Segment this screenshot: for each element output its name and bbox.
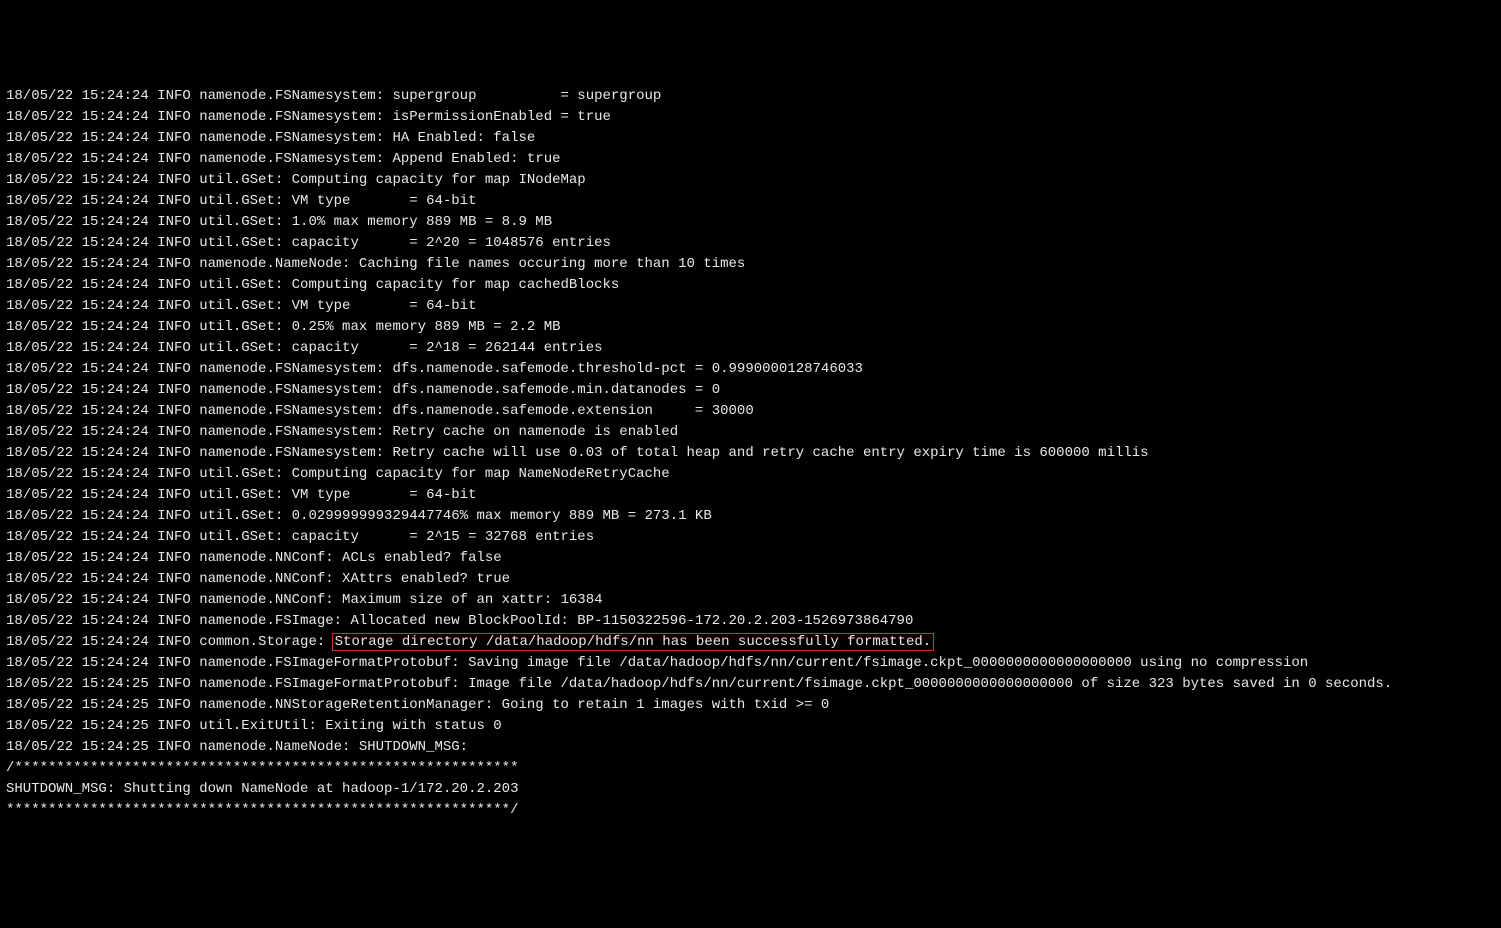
- log-line: 18/05/22 15:24:24 INFO util.GSet: 0.25% …: [6, 317, 1495, 338]
- log-line: 18/05/22 15:24:25 INFO namenode.FSImageF…: [6, 674, 1495, 695]
- log-line: 18/05/22 15:24:24 INFO namenode.FSNamesy…: [6, 149, 1495, 170]
- log-line: 18/05/22 15:24:24 INFO namenode.FSNamesy…: [6, 128, 1495, 149]
- log-line: 18/05/22 15:24:24 INFO util.GSet: capaci…: [6, 527, 1495, 548]
- log-line: 18/05/22 15:24:24 INFO namenode.FSImage:…: [6, 611, 1495, 632]
- log-line: 18/05/22 15:24:24 INFO namenode.FSNamesy…: [6, 401, 1495, 422]
- log-line: 18/05/22 15:24:24 INFO util.GSet: 1.0% m…: [6, 212, 1495, 233]
- log-line: SHUTDOWN_MSG: Shutting down NameNode at …: [6, 779, 1495, 800]
- log-line: 18/05/22 15:24:24 INFO namenode.NameNode…: [6, 254, 1495, 275]
- log-line: 18/05/22 15:24:24 INFO util.GSet: 0.0299…: [6, 506, 1495, 527]
- log-line: 18/05/22 15:24:24 INFO util.GSet: Comput…: [6, 464, 1495, 485]
- log-line: 18/05/22 15:24:24 INFO util.GSet: capaci…: [6, 338, 1495, 359]
- log-line: 18/05/22 15:24:24 INFO util.GSet: VM typ…: [6, 296, 1495, 317]
- log-line: 18/05/22 15:24:24 INFO util.GSet: capaci…: [6, 233, 1495, 254]
- log-line: /***************************************…: [6, 758, 1495, 779]
- log-line: 18/05/22 15:24:25 INFO namenode.NNStorag…: [6, 695, 1495, 716]
- log-line: 18/05/22 15:24:24 INFO util.GSet: VM typ…: [6, 485, 1495, 506]
- highlight-box: Storage directory /data/hadoop/hdfs/nn h…: [332, 633, 935, 651]
- log-line: 18/05/22 15:24:24 INFO util.GSet: VM typ…: [6, 191, 1495, 212]
- log-line: 18/05/22 15:24:24 INFO namenode.NNConf: …: [6, 590, 1495, 611]
- log-line: 18/05/22 15:24:24 INFO namenode.FSImageF…: [6, 653, 1495, 674]
- log-line: 18/05/22 15:24:24 INFO namenode.FSNamesy…: [6, 443, 1495, 464]
- log-line: 18/05/22 15:24:24 INFO namenode.FSNamesy…: [6, 86, 1495, 107]
- log-line: ****************************************…: [6, 800, 1495, 821]
- log-line-prefix: 18/05/22 15:24:24 INFO common.Storage:: [6, 634, 334, 650]
- log-line: 18/05/22 15:24:24 INFO util.GSet: Comput…: [6, 275, 1495, 296]
- log-line: 18/05/22 15:24:24 INFO util.GSet: Comput…: [6, 170, 1495, 191]
- log-line: 18/05/22 15:24:24 INFO namenode.NNConf: …: [6, 548, 1495, 569]
- terminal-output[interactable]: 18/05/22 15:24:24 INFO namenode.FSNamesy…: [6, 86, 1495, 821]
- log-line: 18/05/22 15:24:24 INFO namenode.FSNamesy…: [6, 107, 1495, 128]
- log-line: 18/05/22 15:24:25 INFO util.ExitUtil: Ex…: [6, 716, 1495, 737]
- log-line: 18/05/22 15:24:24 INFO namenode.FSNamesy…: [6, 422, 1495, 443]
- log-line: 18/05/22 15:24:24 INFO namenode.NNConf: …: [6, 569, 1495, 590]
- log-line: 18/05/22 15:24:24 INFO namenode.FSNamesy…: [6, 380, 1495, 401]
- log-line-highlighted: 18/05/22 15:24:24 INFO common.Storage: S…: [6, 632, 1495, 653]
- log-line: 18/05/22 15:24:25 INFO namenode.NameNode…: [6, 737, 1495, 758]
- log-line: 18/05/22 15:24:24 INFO namenode.FSNamesy…: [6, 359, 1495, 380]
